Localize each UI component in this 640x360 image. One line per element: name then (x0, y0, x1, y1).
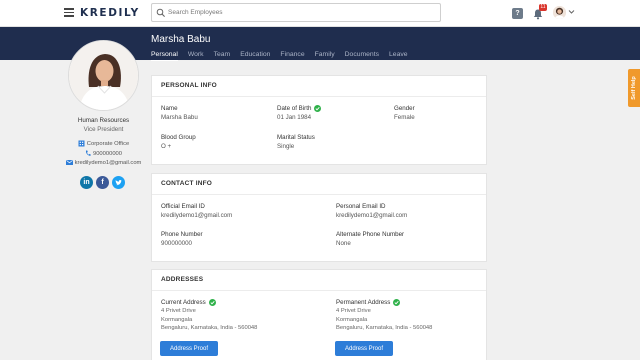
gender-label: Gender (394, 105, 415, 112)
dob-label: Date of Birth (277, 105, 312, 113)
permanent-address-line1: 4 Privet Drive (336, 308, 371, 314)
current-address-line3: Bengaluru, Karnataka, India - 560048 (161, 325, 258, 331)
permanent-address-line2: Kormangala (336, 316, 368, 323)
notification-badge: 11 (539, 4, 547, 11)
contact-info-title: CONTACT INFO (161, 180, 213, 187)
employee-name: Marsha Babu (151, 34, 211, 45)
search-icon (156, 8, 165, 17)
phone-icon (85, 150, 91, 156)
personal-email-value: kredilydemo1@gmail.com (336, 212, 408, 219)
office-line: Corporate Office (55, 140, 152, 147)
top-bar: KREDILY ? 11 (0, 0, 640, 27)
name-value: Marsha Babu (161, 114, 198, 121)
current-address-proof-button[interactable]: Address Proof (160, 341, 218, 356)
search-box[interactable] (151, 3, 441, 22)
marital-status-label: Marital Status (277, 134, 315, 141)
permanent-address-line3: Bengaluru, Karnataka, India - 560048 (336, 325, 433, 331)
app-logo[interactable]: KREDILY (80, 7, 140, 19)
facebook-icon[interactable]: f (96, 176, 109, 189)
tab-finance[interactable]: Finance (280, 51, 304, 61)
divider (152, 96, 486, 97)
dob-value: 01 Jan 1984 (277, 114, 312, 121)
check-icon (314, 104, 322, 112)
tab-documents[interactable]: Documents (345, 51, 379, 61)
addresses-title: ADDRESSES (161, 276, 204, 283)
avatar-image (553, 6, 566, 19)
designation: Vice President (83, 126, 124, 133)
permanent-address: 4 Privet Drive Kormangala Bengaluru, Kar… (336, 307, 432, 333)
blood-group-value: O + (161, 143, 172, 150)
current-address-label: Current Address (161, 299, 206, 307)
twitter-bird (115, 179, 122, 186)
current-address-line1: 4 Privet Drive (161, 308, 196, 314)
self-help-tab[interactable]: Self Help (628, 69, 640, 107)
mail-icon (65, 160, 73, 165)
notifications-button[interactable]: 11 (532, 4, 547, 20)
divider (152, 290, 486, 291)
contact-info-card: CONTACT INFO Official Email ID kredilyde… (151, 173, 487, 262)
phone-number-label: Phone Number (161, 231, 203, 238)
divider (152, 194, 486, 195)
permanent-address-label: Permanent Address (336, 299, 391, 307)
permanent-address-label-row: Permanent Address (336, 298, 401, 307)
phone-number-value: 900000000 (161, 240, 192, 247)
user-avatar[interactable] (553, 6, 566, 19)
profile-tabs: Personal Work Team Education Finance Fam… (151, 51, 418, 61)
self-help-label: Self Help (631, 76, 637, 100)
tab-personal[interactable]: Personal (151, 51, 178, 61)
tab-education[interactable]: Education (240, 51, 270, 61)
marital-status-value: Single (277, 143, 295, 150)
email-line: kredilydemo1@gmail.com (55, 160, 152, 166)
alternate-phone-value: None (336, 240, 351, 247)
gender-value: Female (394, 114, 415, 121)
personal-email-label: Personal Email ID (336, 203, 386, 210)
linkedin-icon[interactable]: in (80, 176, 93, 189)
menu-icon[interactable] (64, 8, 74, 17)
phone-line: 900000000 (55, 150, 152, 157)
addresses-card: ADDRESSES Current Address 4 Privet Drive… (151, 269, 487, 360)
twitter-icon[interactable] (112, 176, 125, 189)
building-icon (78, 140, 85, 147)
current-address-line2: Kormangala (161, 316, 193, 323)
name-label: Name (161, 105, 178, 112)
phone-text: 900000000 (92, 151, 122, 158)
dob-label-row: Date of Birth (277, 104, 322, 113)
current-address: 4 Privet Drive Kormangala Bengaluru, Kar… (161, 307, 257, 333)
department: Human Resources (77, 117, 130, 124)
check-icon (208, 298, 216, 306)
email-text[interactable]: kredilydemo1@gmail.com (75, 160, 142, 166)
profile-photo-image (69, 41, 138, 110)
search-input[interactable] (168, 5, 428, 20)
personal-info-card: PERSONAL INFO Name Marsha Babu Date of B… (151, 75, 487, 165)
personal-info-title: PERSONAL INFO (161, 82, 217, 89)
tab-work[interactable]: Work (188, 51, 204, 61)
blood-group-label: Blood Group (161, 134, 196, 141)
official-email-value: kredilydemo1@gmail.com (161, 212, 233, 219)
office-text: Corporate Office (86, 141, 130, 148)
tab-leave[interactable]: Leave (389, 51, 408, 61)
current-address-label-row: Current Address (161, 298, 216, 307)
tab-family[interactable]: Family (315, 51, 335, 61)
permanent-address-proof-button[interactable]: Address Proof (335, 341, 393, 356)
tab-team[interactable]: Team (214, 51, 231, 61)
help-button[interactable]: ? (512, 8, 523, 19)
official-email-label: Official Email ID (161, 203, 205, 210)
chevron-down-icon[interactable] (568, 9, 575, 15)
alternate-phone-label: Alternate Phone Number (336, 231, 405, 238)
profile-photo[interactable] (68, 40, 139, 111)
social-links: in f (80, 176, 125, 189)
check-icon (393, 298, 401, 306)
